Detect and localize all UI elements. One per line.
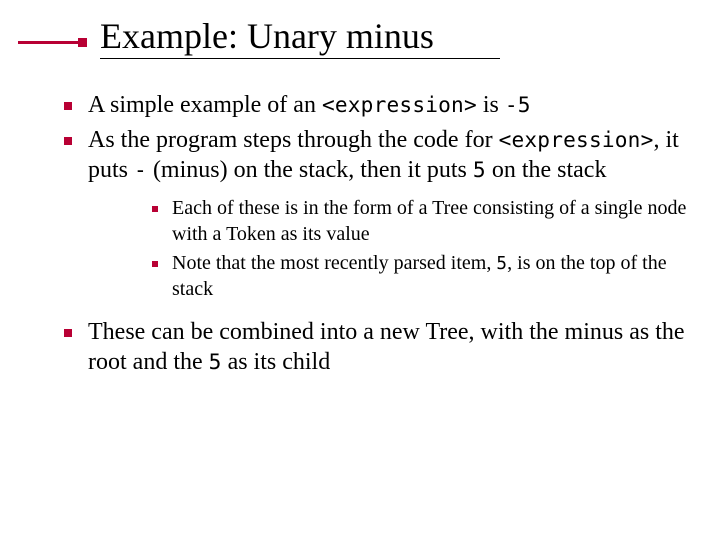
text-run: as its child — [222, 349, 331, 375]
text-run: Each of these is in the form of a Tree c… — [172, 197, 686, 245]
bullet-item: These can be combined into a new Tree, w… — [50, 317, 690, 378]
text-run: on the stack — [486, 157, 607, 183]
text-run: Note that the most recently parsed item, — [172, 252, 496, 274]
sub-bullet-list: Each of these is in the form of a Tree c… — [142, 196, 690, 302]
text-run: A simple example of an — [88, 92, 322, 118]
bullet-item: A simple example of an <expression> is -… — [50, 90, 690, 121]
sub-bullet-item: Note that the most recently parsed item,… — [142, 251, 690, 302]
code-run: 5 — [496, 254, 507, 274]
sub-bullet-item: Each of these is in the form of a Tree c… — [142, 196, 690, 247]
text-run: As the program steps through the code fo… — [88, 127, 499, 153]
bullet-item: As the program steps through the code fo… — [50, 125, 690, 303]
slide-title: Example: Unary minus — [100, 18, 500, 56]
bullet-list: A simple example of an <expression> is -… — [50, 90, 690, 378]
code-run: -5 — [505, 92, 531, 117]
slide-body: A simple example of an <expression> is -… — [50, 90, 690, 382]
slide: Example: Unary minus A simple example of… — [0, 0, 720, 540]
text-run: is — [477, 92, 505, 118]
title-block: Example: Unary minus — [100, 18, 500, 59]
text-run: (minus) on the stack, then it puts — [147, 157, 473, 183]
accent-square-icon — [78, 38, 87, 47]
code-run: <expression> — [499, 127, 654, 152]
code-run: - — [134, 157, 147, 182]
title-underline — [100, 58, 500, 59]
text-run: These can be combined into a new Tree, w… — [88, 319, 685, 376]
accent-line — [18, 41, 80, 44]
code-run: <expression> — [322, 92, 477, 117]
code-run: 5 — [473, 157, 486, 182]
code-run: 5 — [209, 349, 222, 374]
